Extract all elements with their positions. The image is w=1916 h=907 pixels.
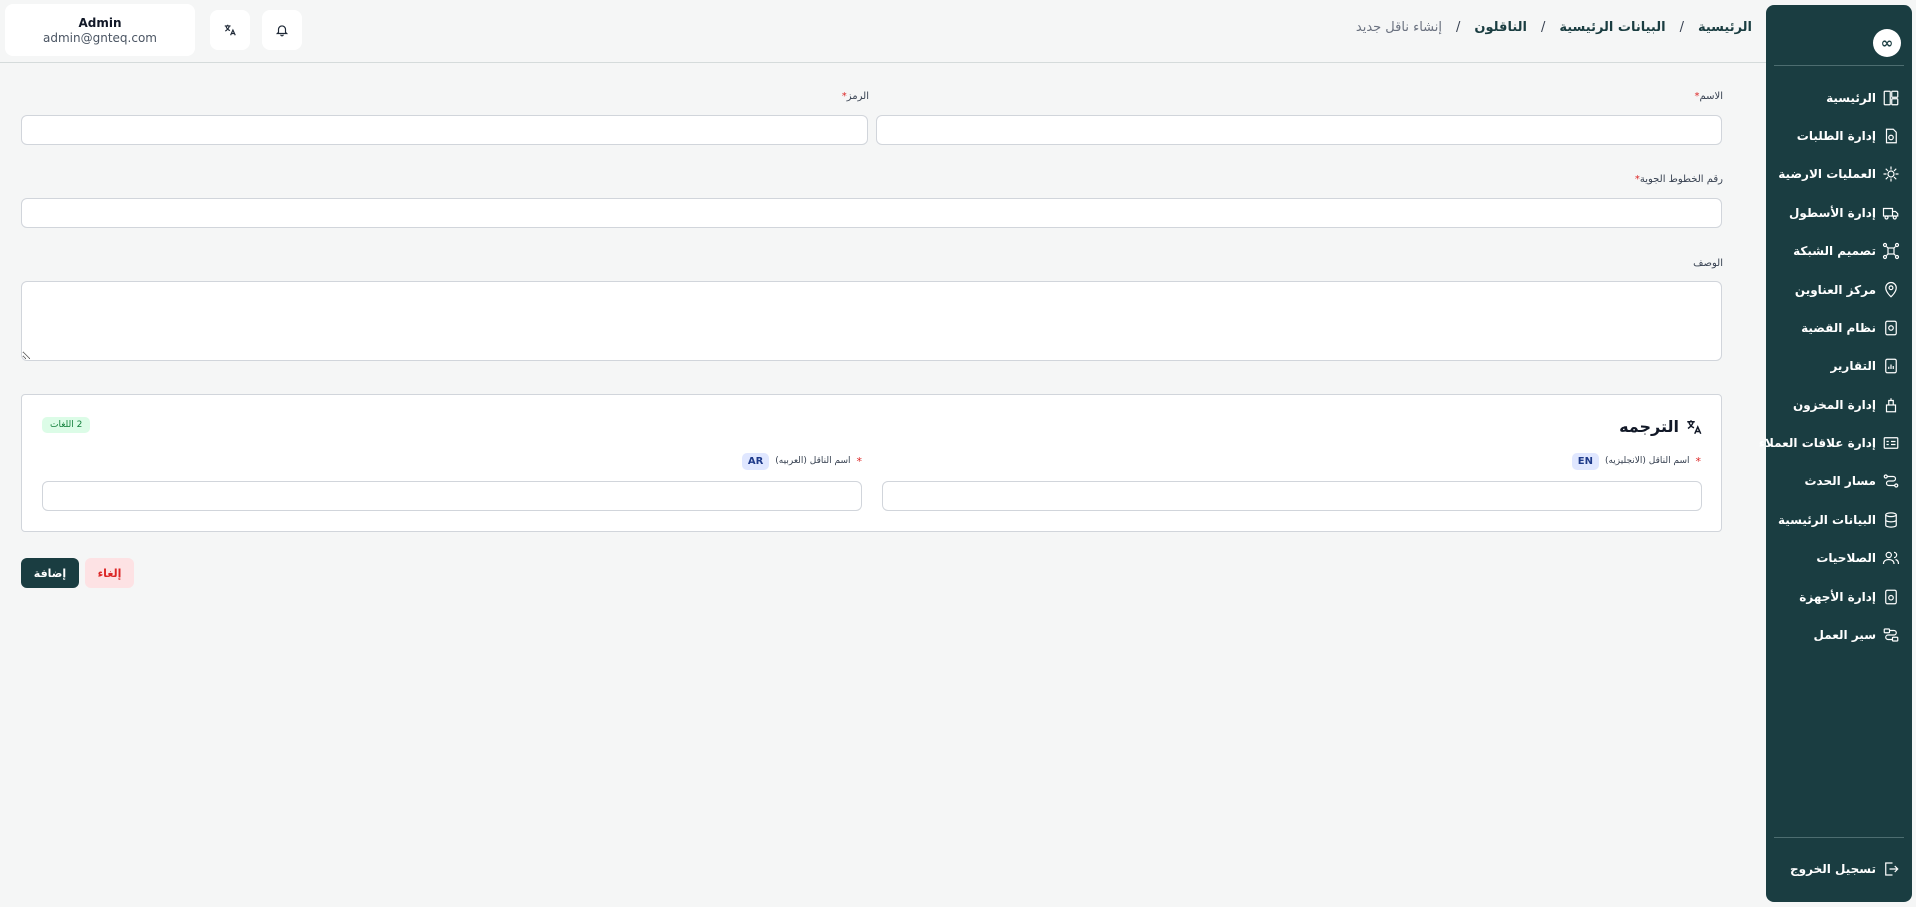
- user-email: admin@gnteq.com: [43, 30, 157, 45]
- ar-name-label: اسم الناقل (العربيه): [775, 456, 851, 466]
- notifications-button[interactable]: [262, 10, 302, 50]
- en-name-label: اسم الناقل (الانجليزيه): [1604, 456, 1690, 466]
- sidebar-item-label: إدارة المخزون: [1792, 398, 1876, 412]
- airline-number-input[interactable]: [21, 198, 1722, 228]
- sidebar-item-master-data[interactable]: البيانات الرئيسية: [1778, 505, 1900, 535]
- orders-icon: [1885, 128, 1897, 144]
- sidebar-item-label: العمليات الارضية: [1778, 167, 1876, 181]
- description-label: الوصف: [1693, 258, 1723, 269]
- translation-card: الترجمه 2 اللغات EN اسم الناقل (الانجليز…: [21, 394, 1722, 532]
- app-logo[interactable]: ∞: [1873, 29, 1901, 57]
- breadcrumb-current: إنشاء ناقل جديد: [1355, 20, 1442, 35]
- code-label: الرمز*: [842, 91, 869, 102]
- name-input[interactable]: [876, 115, 1722, 145]
- description-label-text: الوصف: [1693, 258, 1723, 269]
- sidebar-item-label: الرئيسية: [1826, 91, 1876, 105]
- sidebar-item-label: الصلاحيات: [1816, 551, 1876, 565]
- database-icon: [1885, 512, 1897, 528]
- event-path-icon: [1883, 474, 1899, 488]
- logout-label: تسجيل الخروج: [1790, 862, 1876, 876]
- sidebar-item-label: التقارير: [1830, 359, 1876, 373]
- name-label: الاسم*: [1694, 91, 1723, 102]
- logout-icon: [1885, 862, 1899, 876]
- sidebar-item-devices[interactable]: إدارة الأجهزة: [1799, 582, 1900, 612]
- user-name: Admin: [78, 15, 122, 30]
- sidebar-item-crm[interactable]: إدارة علاقات العملاء: [1759, 428, 1900, 458]
- description-textarea[interactable]: [21, 281, 1722, 361]
- translation-title: الترجمه: [1619, 417, 1703, 436]
- translate-icon: [224, 24, 236, 36]
- sidebar-item-label: إدارة علاقات العملاء: [1758, 436, 1876, 450]
- inventory-icon: [1885, 398, 1897, 413]
- cancel-button[interactable]: إلغاء: [85, 558, 134, 588]
- sidebar-divider: [1774, 65, 1904, 66]
- lang-badge-ar: AR: [741, 452, 770, 470]
- translate-icon: [1687, 419, 1702, 434]
- reports-icon: [1885, 358, 1897, 374]
- required-mark: *: [856, 454, 863, 468]
- sidebar-item-reports[interactable]: التقارير: [1830, 351, 1900, 381]
- ar-name-field-head: AR اسم الناقل (العربيه) *: [741, 451, 863, 471]
- sidebar-item-inventory[interactable]: إدارة المخزون: [1793, 390, 1900, 420]
- required-mark: *: [1695, 454, 1702, 468]
- sidebar-item-ground-ops[interactable]: العمليات الارضية: [1778, 159, 1900, 189]
- device-icon: [1885, 589, 1897, 605]
- add-button[interactable]: إضافة: [21, 558, 79, 588]
- sidebar-item-orders[interactable]: إدارة الطلبات: [1797, 121, 1900, 151]
- sidebar: ∞ الرئيسية إدارة الطلبات العمليات الارضي…: [1759, 5, 1912, 902]
- sidebar-item-cases[interactable]: نظام القضية: [1801, 313, 1900, 343]
- ar-name-input[interactable]: [42, 481, 862, 511]
- language-button[interactable]: [210, 10, 250, 50]
- breadcrumb-master-data[interactable]: البيانات الرئيسية: [1559, 20, 1665, 35]
- truck-icon: [1882, 207, 1899, 220]
- sidebar-item-label: سير العمل: [1813, 628, 1877, 642]
- sidebar-item-label: إدارة الطلبات: [1796, 129, 1876, 143]
- sidebar-item-permissions[interactable]: الصلاحيات: [1816, 543, 1900, 573]
- breadcrumb-separator: /: [1540, 20, 1546, 35]
- breadcrumb-carriers[interactable]: الناقلون: [1474, 20, 1527, 35]
- breadcrumb: الرئيسية / البيانات الرئيسية / الناقلون …: [1356, 20, 1752, 35]
- user-profile-card[interactable]: Admin admin@gnteq.com: [5, 4, 195, 56]
- crm-icon: [1883, 437, 1899, 449]
- sidebar-item-home[interactable]: الرئيسية: [1826, 83, 1900, 113]
- sidebar-item-workflow[interactable]: سير العمل: [1814, 620, 1901, 650]
- sidebar-item-label: مسار الحدث: [1804, 474, 1877, 488]
- translation-title-text: الترجمه: [1619, 417, 1679, 436]
- sidebar-item-label: تصميم الشبكة: [1793, 244, 1876, 258]
- airline-number-label: رقم الخطوط الجوية*: [1635, 174, 1723, 185]
- sidebar-item-label: مركز العناوين: [1794, 283, 1876, 297]
- languages-count-badge: 2 اللغات: [42, 417, 91, 433]
- en-name-input[interactable]: [882, 481, 1702, 511]
- ground-ops-icon: [1883, 166, 1899, 182]
- workflow-icon: [1883, 628, 1899, 642]
- bell-icon: [275, 25, 289, 37]
- sidebar-item-label: البيانات الرئيسية: [1777, 513, 1876, 527]
- sidebar-item-label: نظام القضية: [1801, 321, 1876, 335]
- name-label-text: الاسم: [1699, 91, 1723, 102]
- case-icon: [1885, 320, 1897, 336]
- network-icon: [1882, 242, 1900, 260]
- airline-number-label-text: رقم الخطوط الجوية: [1639, 174, 1723, 185]
- users-icon: [1882, 551, 1900, 565]
- code-input[interactable]: [21, 115, 868, 145]
- sidebar-item-network[interactable]: تصميم الشبكة: [1793, 236, 1900, 266]
- sidebar-item-label: إدارة الأجهزة: [1799, 590, 1876, 604]
- breadcrumb-separator: /: [1679, 20, 1684, 35]
- breadcrumb-separator: /: [1455, 20, 1461, 35]
- sidebar-item-fleet[interactable]: إدارة الأسطول: [1789, 198, 1900, 228]
- sidebar-divider: [1774, 837, 1904, 838]
- en-name-field-head: EN اسم الناقل (الانجليزيه) *: [1571, 451, 1702, 471]
- logout-button[interactable]: تسجيل الخروج: [1790, 854, 1900, 884]
- sidebar-item-event-path[interactable]: مسار الحدث: [1805, 466, 1901, 496]
- layout-icon: [1883, 90, 1899, 106]
- top-header: Admin admin@gnteq.com الرئيسية / البيانا…: [0, 0, 1766, 63]
- sidebar-item-addresses[interactable]: مركز العناوين: [1795, 275, 1900, 305]
- sidebar-item-label: إدارة الأسطول: [1788, 206, 1876, 220]
- lang-badge-en: EN: [1571, 452, 1599, 470]
- breadcrumb-home[interactable]: الرئيسية: [1698, 20, 1752, 35]
- code-label-text: الرمز: [846, 91, 869, 102]
- location-icon: [1885, 281, 1897, 298]
